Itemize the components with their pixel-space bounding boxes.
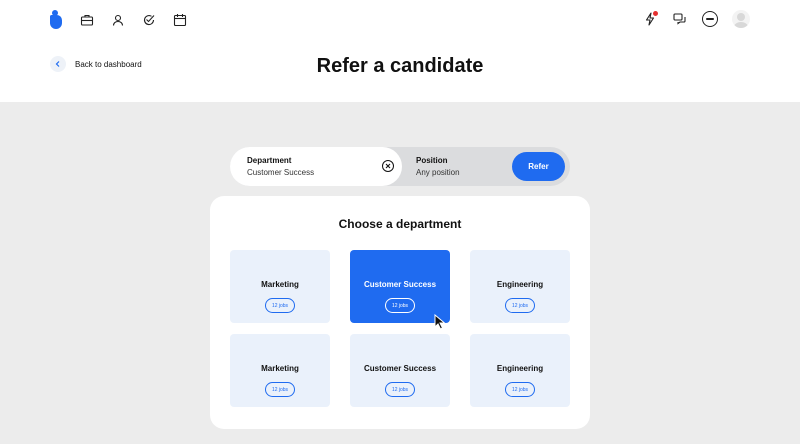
clear-department-button[interactable] <box>382 160 394 172</box>
department-tile[interactable]: Engineering 12 jobs <box>470 250 570 323</box>
person-icon[interactable] <box>111 13 125 27</box>
department-name: Engineering <box>496 364 544 373</box>
department-name: Marketing <box>261 280 299 289</box>
nav-right <box>628 10 750 28</box>
user-avatar[interactable] <box>732 10 750 28</box>
check-badge-icon[interactable] <box>142 13 156 27</box>
mouse-pointer-icon <box>434 314 446 330</box>
card-title: Choose a department <box>338 217 462 231</box>
department-field-label: Department <box>247 156 292 165</box>
position-field[interactable]: Position Any position <box>416 156 460 177</box>
department-tile[interactable]: Customer Success 12 jobs <box>350 334 450 407</box>
position-field-value: Any position <box>416 168 460 177</box>
jobs-count-badge: 12 jobs <box>385 298 415 313</box>
refer-button[interactable]: Refer <box>512 152 565 181</box>
referral-search-bar: Department Customer Success Position Any… <box>230 147 570 186</box>
app-logo[interactable] <box>50 10 62 30</box>
department-tile[interactable]: Marketing 12 jobs <box>230 250 330 323</box>
page-title: Refer a candidate <box>316 55 484 77</box>
jobs-count-badge: 12 jobs <box>505 298 535 313</box>
department-tile[interactable]: Engineering 12 jobs <box>470 334 570 407</box>
bolt-icon[interactable] <box>642 11 658 27</box>
chat-icon[interactable] <box>672 11 688 27</box>
jobs-count-badge: 12 jobs <box>505 382 535 397</box>
jobs-count-badge: 12 jobs <box>385 382 415 397</box>
company-logo[interactable] <box>702 11 718 27</box>
calendar-icon[interactable] <box>173 13 187 27</box>
position-field-label: Position <box>416 156 448 165</box>
department-name: Engineering <box>496 280 544 289</box>
department-field-value: Customer Success <box>247 168 315 177</box>
department-name: Customer Success <box>363 280 437 289</box>
department-name: Marketing <box>261 364 299 373</box>
department-name: Customer Success <box>363 364 437 373</box>
department-field[interactable]: Department Customer Success <box>230 147 402 186</box>
department-tile[interactable]: Marketing 12 jobs <box>230 334 330 407</box>
jobs-count-badge: 12 jobs <box>265 298 295 313</box>
department-tile-selected[interactable]: Customer Success 12 jobs <box>350 250 450 323</box>
briefcase-icon[interactable] <box>80 13 94 27</box>
nav-left <box>50 10 204 30</box>
notification-dot <box>653 11 658 16</box>
jobs-count-badge: 12 jobs <box>265 382 295 397</box>
close-icon <box>385 163 391 169</box>
